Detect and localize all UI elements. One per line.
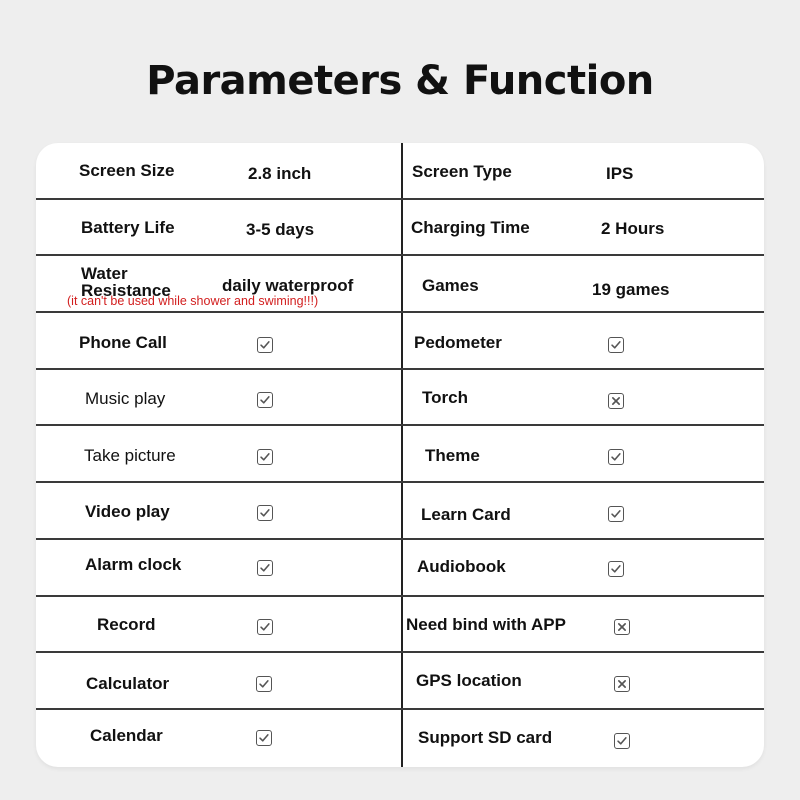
checkbox-checked-icon (608, 506, 624, 523)
feature-label: Phone Call (79, 333, 167, 353)
feature-label: Calendar (90, 726, 163, 745)
feature-label: Record (97, 614, 156, 634)
spec-row: Battery Life 3-5 days Charging Time 2 Ho… (36, 200, 764, 257)
spec-value: 3-5 days (246, 219, 315, 239)
spec-value: 19 games (592, 280, 670, 300)
checkbox-checked-icon (608, 337, 624, 354)
feature-row: Alarm clock Audiobook (36, 540, 764, 597)
spec-value: daily waterproof (222, 276, 354, 296)
page-title: Parameters & Function (146, 58, 654, 104)
feature-row: Music play Torch (36, 370, 764, 427)
feature-label: Video play (85, 502, 170, 522)
checkbox-checked-icon (257, 448, 273, 465)
feature-row: Phone Call Pedometer (36, 313, 764, 370)
feature-label: Torch (422, 387, 468, 407)
feature-label: Music play (85, 388, 166, 408)
spec-label: Screen Type (412, 162, 512, 181)
checkbox-crossed-icon (608, 392, 624, 409)
feature-row: Video play Learn Card (36, 483, 764, 540)
checkbox-crossed-icon (614, 618, 630, 635)
feature-label: Need bind with APP (406, 614, 566, 634)
checkbox-checked-icon (257, 618, 273, 635)
checkbox-checked-icon (614, 733, 630, 749)
feature-label: Pedometer (414, 333, 502, 353)
spec-label: Battery Life (81, 217, 175, 237)
spec-label: Screen Size (79, 161, 175, 180)
checkbox-checked-icon (257, 505, 273, 522)
spec-value: 2 Hours (601, 218, 665, 238)
spec-value: 2.8 inch (248, 164, 312, 183)
spec-label: Games (422, 276, 479, 296)
spec-row: Water Resistance daily waterproof (it ca… (36, 256, 764, 314)
feature-label: Take picture (84, 445, 176, 465)
feature-row: Calculator GPS location (36, 653, 764, 710)
feature-label: GPS location (416, 671, 522, 691)
checkbox-checked-icon (257, 559, 273, 576)
warning-note: (it can't be used while shower and swimi… (67, 294, 319, 309)
feature-label: Support SD card (418, 728, 553, 747)
checkbox-checked-icon (256, 676, 272, 693)
feature-row: Record Need bind with APP (36, 597, 764, 654)
checkbox-checked-icon (257, 391, 273, 408)
spec-label: Charging Time (411, 217, 530, 237)
checkbox-crossed-icon (614, 676, 630, 693)
spec-row: Screen Size 2.8 inch Screen Type IPS (36, 143, 764, 200)
parameters-table: Screen Size 2.8 inch Screen Type IPS Bat… (36, 143, 764, 767)
feature-label: Alarm clock (85, 554, 182, 574)
checkbox-checked-icon (608, 560, 624, 577)
feature-label: Learn Card (421, 505, 511, 525)
checkbox-checked-icon (257, 337, 273, 354)
checkbox-checked-icon (608, 448, 624, 465)
spec-value: IPS (606, 164, 634, 183)
feature-label: Audiobook (417, 556, 506, 576)
feature-label: Theme (425, 445, 480, 465)
feature-row: Take picture Theme (36, 427, 764, 484)
feature-row: Calendar Support SD card (36, 710, 764, 767)
checkbox-checked-icon (256, 730, 272, 746)
feature-label: Calculator (86, 674, 170, 694)
